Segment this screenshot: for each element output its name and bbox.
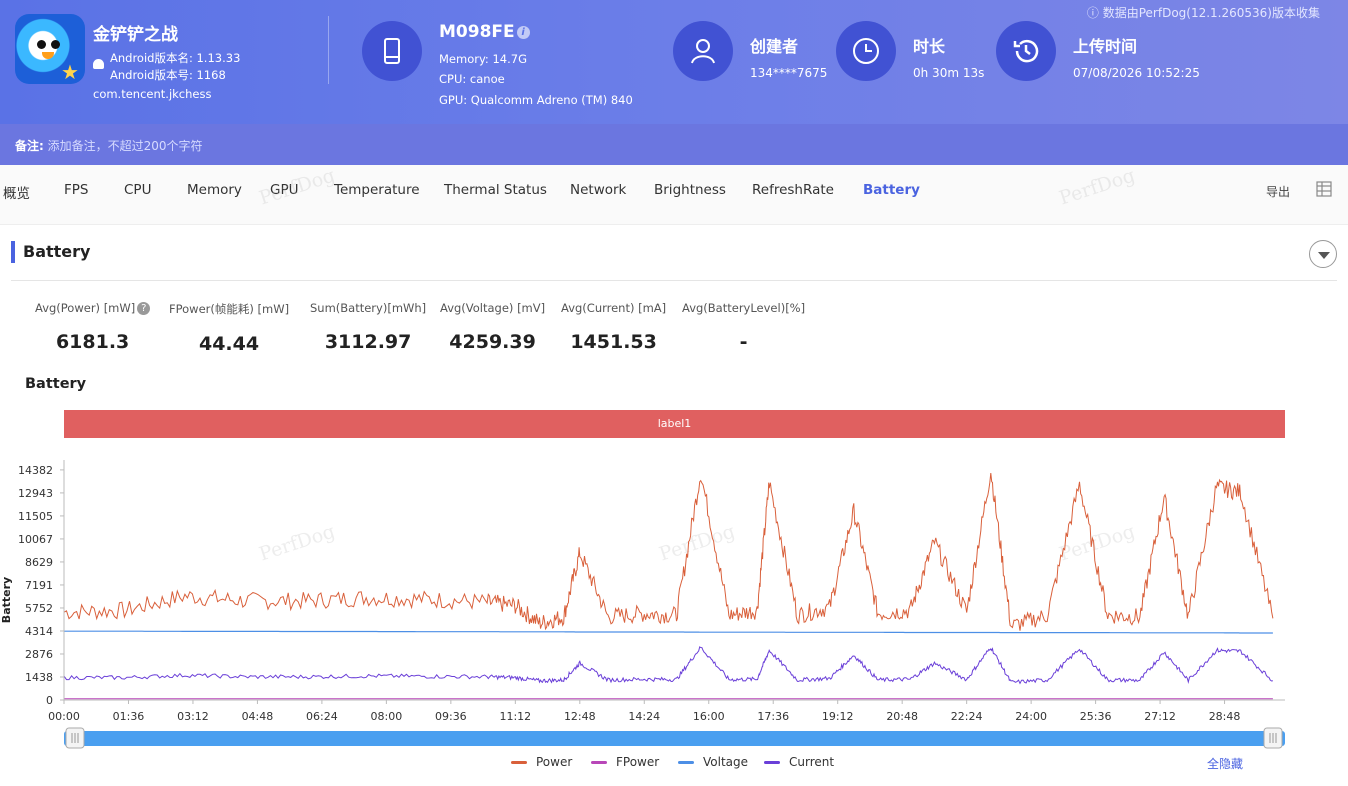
hide-all-link[interactable]: 全隐藏 — [1207, 755, 1243, 772]
legend-label: Current — [789, 755, 835, 769]
legend-item-voltage[interactable]: Voltage — [678, 755, 748, 769]
legend-swatch — [678, 761, 694, 764]
legend-swatch — [764, 761, 780, 764]
legend-swatch — [511, 761, 527, 764]
legend-label: Power — [536, 755, 573, 769]
time-range-slider[interactable] — [0, 0, 1348, 786]
legend-swatch — [591, 761, 607, 764]
chart-legend: Power FPower Voltage Current — [0, 755, 1348, 773]
legend-item-power[interactable]: Power — [511, 755, 572, 769]
legend-item-fpower[interactable]: FPower — [591, 755, 659, 769]
slider-track[interactable] — [64, 731, 1285, 746]
legend-label: FPower — [616, 755, 660, 769]
legend-item-current[interactable]: Current — [764, 755, 834, 769]
legend-label: Voltage — [703, 755, 749, 769]
